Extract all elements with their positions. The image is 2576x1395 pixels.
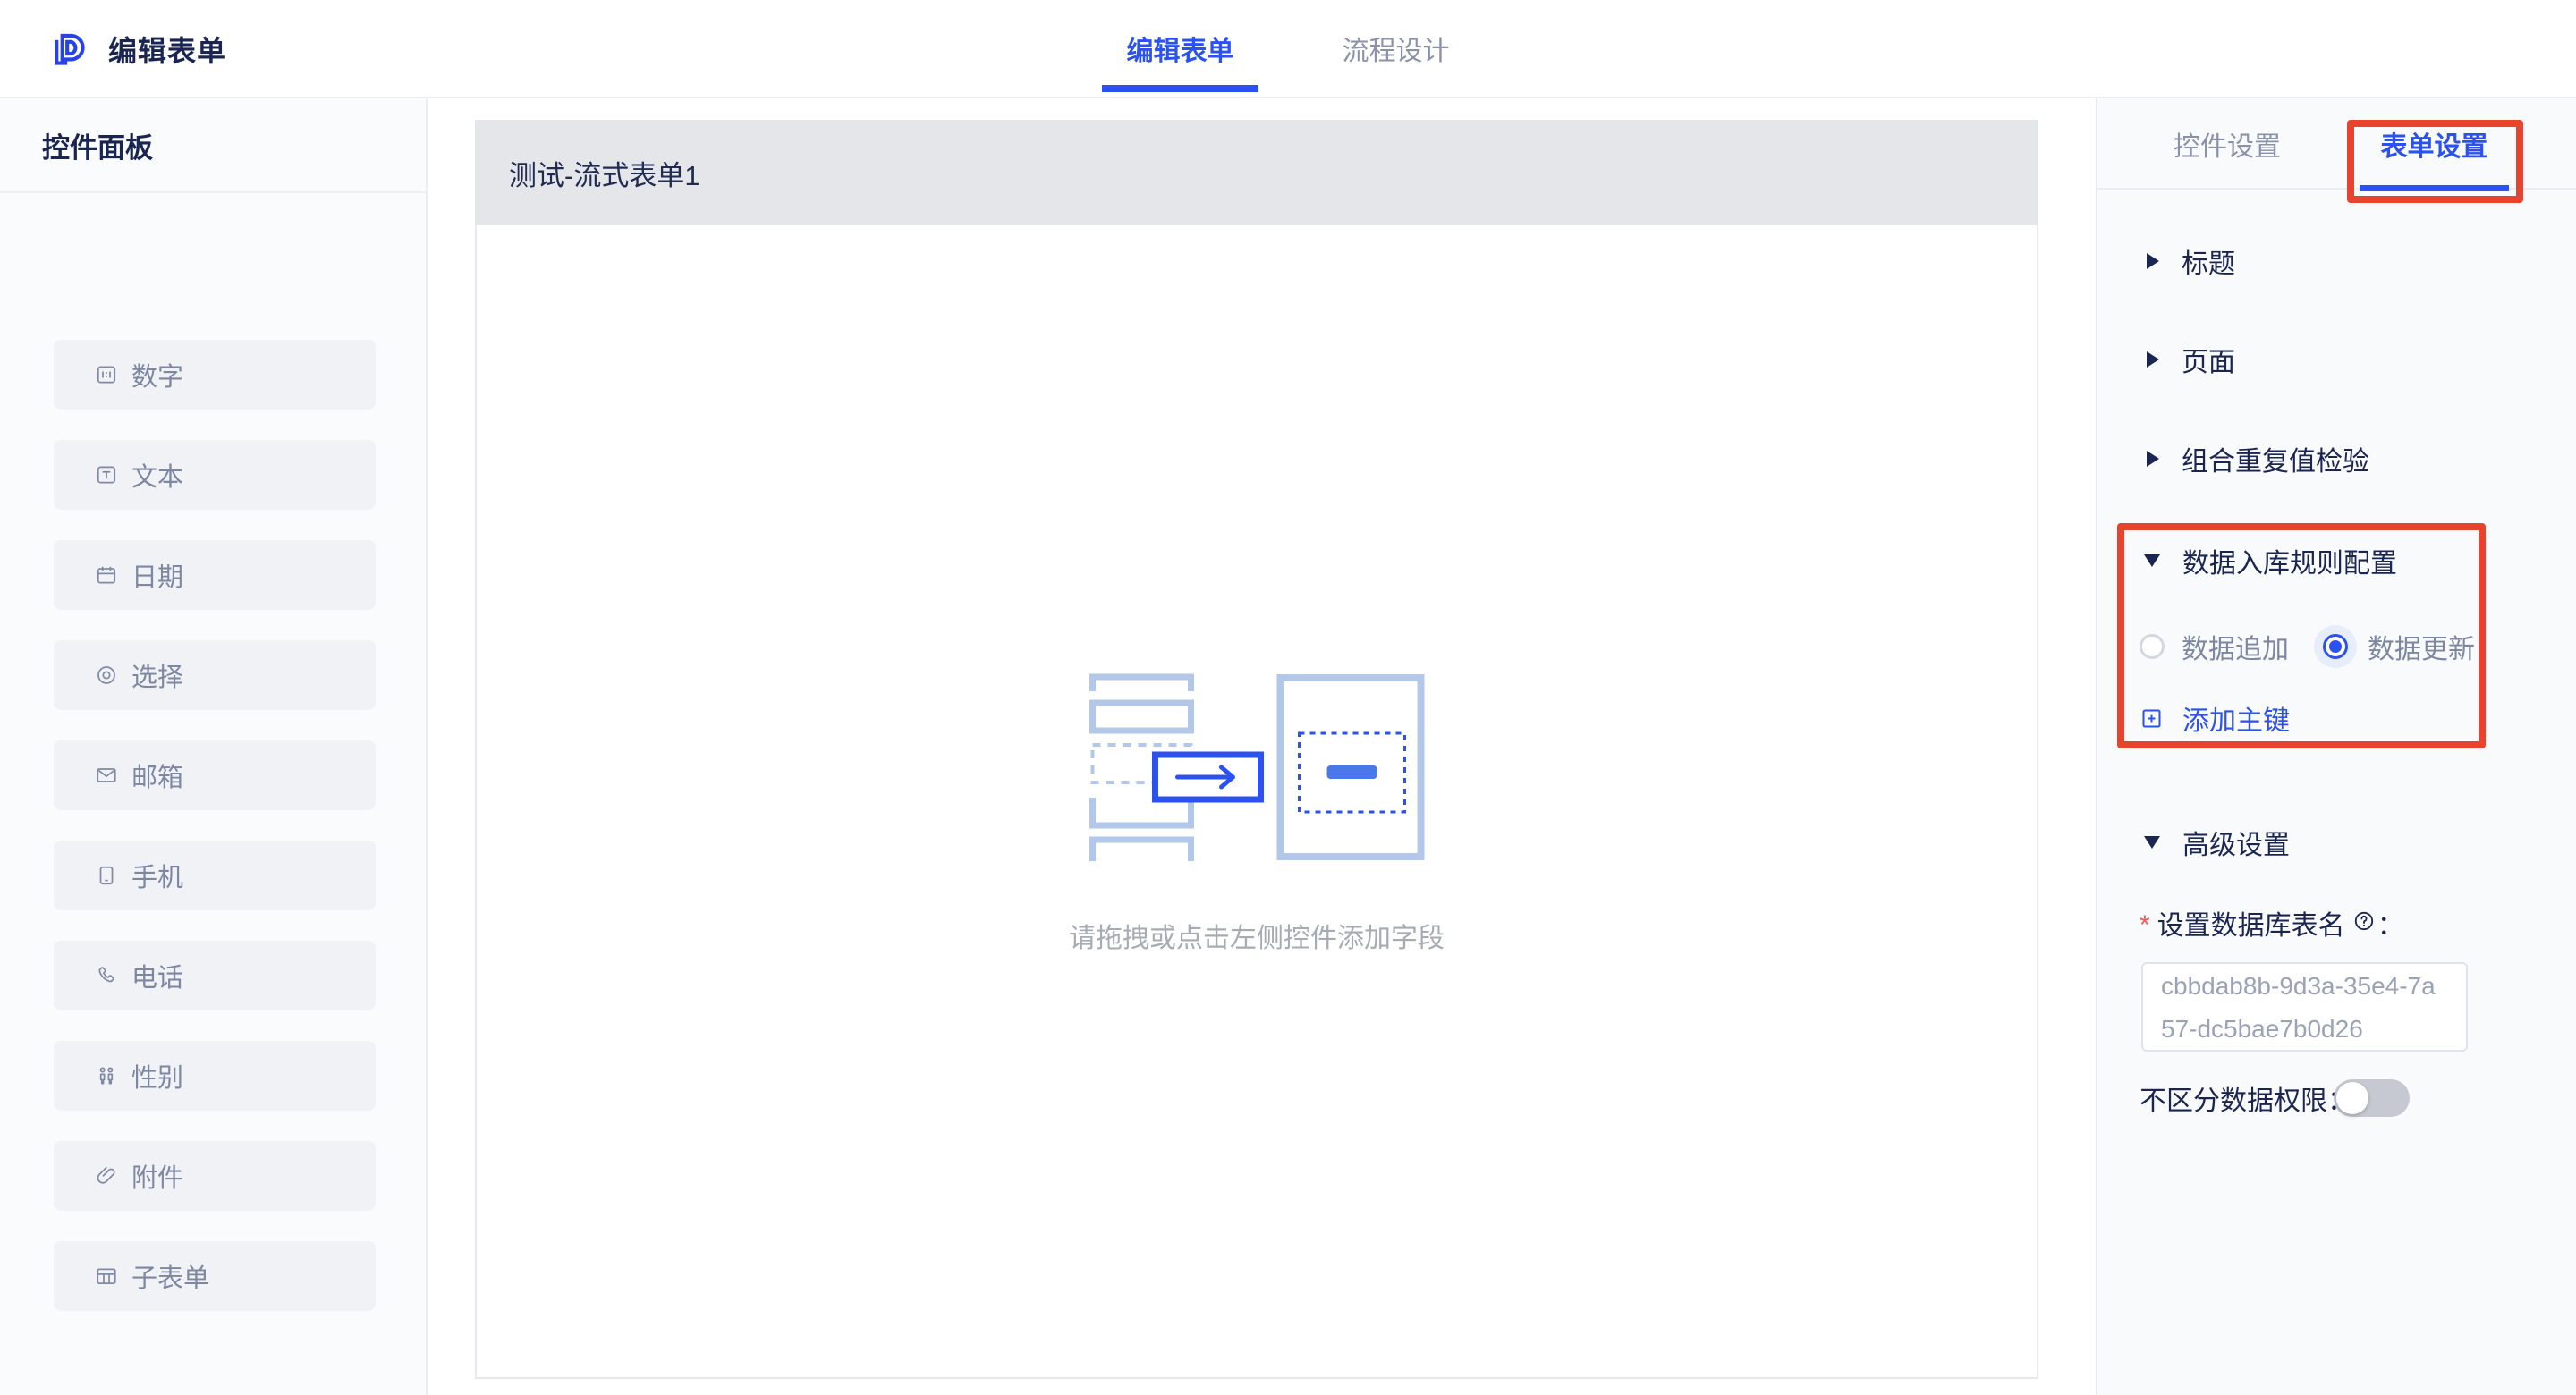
radio-data-append-label[interactable]: 数据追加 bbox=[2182, 627, 2289, 666]
form-title-bar[interactable]: 测试-流式表单1 bbox=[475, 120, 2038, 225]
toggle-knob bbox=[2336, 1082, 2368, 1114]
plus-square-icon bbox=[2140, 706, 2164, 731]
select-icon bbox=[95, 664, 118, 687]
radio-data-append[interactable] bbox=[2140, 634, 2165, 659]
settings-panel-tabs: 控件设置 表单设置 bbox=[2097, 98, 2576, 190]
control-panel-title: 控件面板 bbox=[0, 98, 426, 193]
brand: 编辑表单 bbox=[49, 0, 226, 98]
subform-icon bbox=[95, 1264, 118, 1288]
section-title[interactable]: 标题 bbox=[2097, 234, 2576, 288]
empty-state-illustration bbox=[1089, 672, 1425, 868]
section-advanced-settings[interactable]: 高级设置 bbox=[2097, 816, 2576, 869]
widget-item-number[interactable]: 数字 bbox=[54, 340, 376, 410]
form-canvas: 测试-流式表单1 bbox=[475, 120, 2038, 1379]
widget-item-select[interactable]: 选择 bbox=[54, 640, 376, 710]
widget-item-attachment[interactable]: 附件 bbox=[54, 1141, 376, 1211]
chevron-right-icon bbox=[2147, 451, 2159, 467]
empty-state-hint: 请拖拽或点击左侧控件添加字段 bbox=[477, 916, 2037, 955]
control-panel-sidebar: 控件面板 数字 bbox=[0, 98, 428, 1395]
section-page[interactable]: 页面 bbox=[2097, 333, 2576, 386]
tab-flow-design[interactable]: 流程设计 bbox=[1318, 0, 1474, 97]
chevron-down-icon bbox=[2144, 836, 2160, 849]
radio-data-update-label[interactable]: 数据更新 bbox=[2368, 627, 2475, 666]
gender-icon bbox=[95, 1064, 118, 1087]
section-storage-rules[interactable]: 数据入库规则配置 bbox=[2097, 534, 2576, 588]
storage-mode-radio-group: 数据追加 数据更新 bbox=[2097, 620, 2576, 673]
required-asterisk: * bbox=[2140, 910, 2150, 941]
tab-widget-settings[interactable]: 控件设置 bbox=[2152, 98, 2302, 190]
widget-item-email[interactable]: 邮箱 bbox=[54, 740, 376, 810]
ld-logo-icon bbox=[49, 30, 89, 69]
number-icon bbox=[95, 363, 118, 386]
widget-item-mobile[interactable]: 手机 bbox=[54, 841, 376, 910]
chevron-right-icon bbox=[2147, 253, 2159, 269]
tab-edit-form[interactable]: 编辑表单 bbox=[1102, 0, 1258, 97]
radio-data-update[interactable] bbox=[2323, 634, 2348, 659]
text-icon bbox=[95, 463, 118, 486]
mobile-icon bbox=[95, 864, 118, 887]
settings-panel: 控件设置 表单设置 标题 页面 组合重复值检验 数据入库规则配置 数据追加 数据… bbox=[2096, 98, 2576, 1395]
phone-icon bbox=[95, 964, 118, 987]
tab-form-settings[interactable]: 表单设置 bbox=[2360, 98, 2509, 190]
widget-item-text[interactable]: 文本 bbox=[54, 440, 376, 510]
top-bar: 编辑表单 编辑表单 流程设计 发布 bbox=[0, 0, 2576, 98]
widget-item-phone[interactable]: 电话 bbox=[54, 941, 376, 1010]
table-name-input[interactable]: cbbdab8b-9d3a-35e4-7a57-dc5bae7b0d26 bbox=[2141, 962, 2468, 1052]
table-name-field-label: * 设置数据库表名 ： bbox=[2097, 896, 2576, 950]
section-duplicate-check[interactable]: 组合重复值检验 bbox=[2097, 432, 2576, 486]
add-primary-key-link[interactable]: 添加主键 bbox=[2097, 691, 2576, 745]
date-icon bbox=[95, 563, 118, 587]
form-title: 测试-流式表单1 bbox=[509, 153, 700, 193]
data-permission-toggle[interactable] bbox=[2334, 1079, 2410, 1117]
widget-item-date[interactable]: 日期 bbox=[54, 540, 376, 610]
email-icon bbox=[95, 764, 118, 787]
chevron-down-icon bbox=[2144, 554, 2160, 567]
widget-item-subform[interactable]: 子表单 bbox=[54, 1241, 376, 1311]
top-nav-tabs: 编辑表单 流程设计 bbox=[1102, 0, 1474, 97]
data-permission-row: 不区分数据权限： bbox=[2097, 1071, 2576, 1125]
app-root: 编辑表单 编辑表单 流程设计 发布 bbox=[0, 0, 2576, 1395]
form-drop-area[interactable]: 请拖拽或点击左侧控件添加字段 bbox=[475, 225, 2038, 1379]
help-circle-icon[interactable] bbox=[2352, 909, 2376, 937]
page-title: 编辑表单 bbox=[108, 29, 226, 70]
chevron-right-icon bbox=[2147, 351, 2159, 368]
widget-item-gender[interactable]: 性别 bbox=[54, 1041, 376, 1111]
attachment-icon bbox=[95, 1164, 118, 1188]
